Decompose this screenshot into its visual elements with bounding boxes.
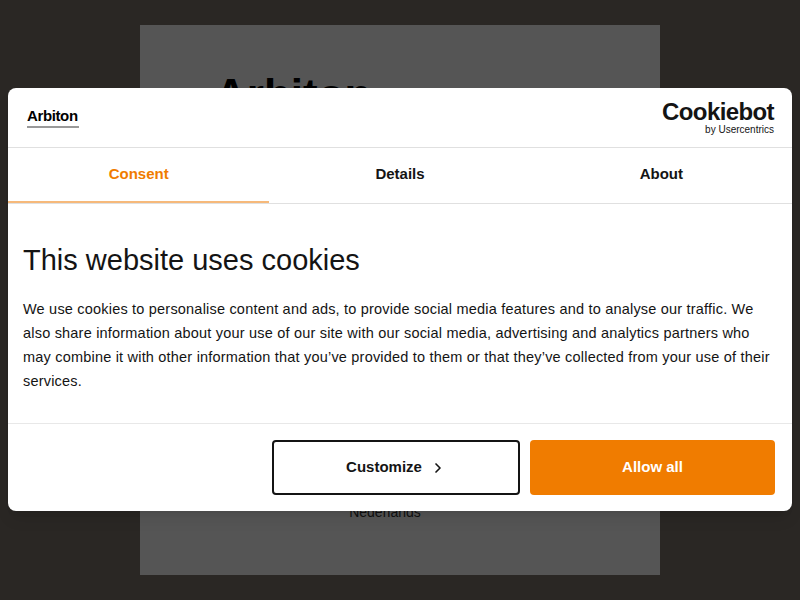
tab[interactable]: About xyxy=(531,148,792,203)
tab[interactable]: Consent xyxy=(8,148,269,203)
tab-bar: ConsentDetailsAbout xyxy=(8,148,792,204)
dialog-header: Arbiton Cookiebotby Usercentrics xyxy=(8,88,792,148)
allow-all-button[interactable]: Allow all xyxy=(530,440,775,495)
cookie-dialog: Arbiton Cookiebotby Usercentrics ConsentDe… xyxy=(8,88,792,511)
cookiebot-logo: Cookiebotby Usercentrics xyxy=(662,100,774,135)
chevron-right-icon xyxy=(430,460,446,476)
button-row: CustomizeAllow all xyxy=(8,424,792,511)
customize-button[interactable]: Customize xyxy=(272,440,520,495)
tab[interactable]: Details xyxy=(269,148,530,203)
dialog-title: This website uses cookies xyxy=(23,242,777,278)
brand-logo: Arbiton xyxy=(27,108,79,128)
dialog-text: We use cookies to personalise content an… xyxy=(23,297,777,393)
dialog-body: This website uses cookies We use cookies … xyxy=(8,204,792,424)
page: ArbitonNederlandsArbitonCookiebotby User… xyxy=(0,0,800,600)
